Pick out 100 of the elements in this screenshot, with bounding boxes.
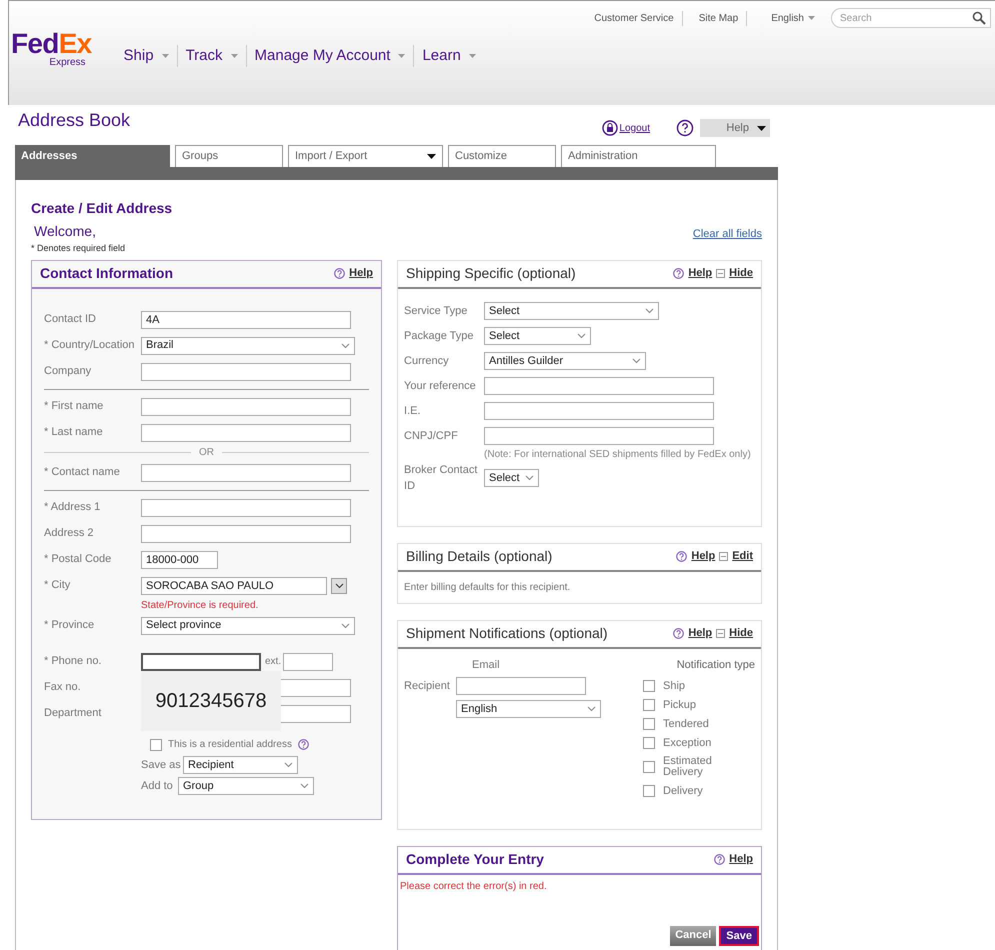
province-select[interactable]: Select province bbox=[141, 616, 355, 634]
save-as-select[interactable]: Recipient bbox=[183, 756, 298, 774]
field-label: * Contact name bbox=[44, 465, 121, 480]
link[interactable]: Edit bbox=[732, 548, 753, 565]
link[interactable]: Help bbox=[688, 265, 712, 282]
add-to-select[interactable]: Group bbox=[178, 777, 314, 795]
chevron-down-icon bbox=[334, 582, 344, 588]
link[interactable]: Help bbox=[349, 265, 374, 282]
caret-icon bbox=[757, 126, 766, 130]
postal-code-field[interactable]: 18000-000 bbox=[141, 550, 218, 568]
checkbox-label: Delivery bbox=[663, 786, 704, 796]
chevron-down-icon bbox=[577, 333, 586, 339]
language-menu[interactable]: English bbox=[771, 10, 815, 26]
tab[interactable]: Addresses bbox=[15, 145, 170, 167]
nav-menu[interactable]: Learn bbox=[413, 44, 484, 67]
city-field[interactable]: SOROCABA SAO PAULO bbox=[141, 576, 327, 594]
shipping-field[interactable] bbox=[484, 402, 714, 420]
contact-name-field[interactable] bbox=[141, 464, 351, 482]
logout-link[interactable]: Logout bbox=[619, 120, 650, 136]
chevron-down-icon bbox=[587, 706, 596, 712]
checkbox[interactable] bbox=[643, 699, 655, 711]
link[interactable]: Help bbox=[688, 625, 712, 642]
fedex-logo: FedEx Express bbox=[11, 31, 92, 69]
page-title: Address Book bbox=[17, 109, 130, 132]
field-label: * Address 1 bbox=[44, 500, 102, 516]
help-icon bbox=[298, 739, 309, 750]
language-select[interactable]: English bbox=[456, 700, 602, 718]
caret-icon bbox=[162, 54, 169, 58]
field-label: Fax no. bbox=[44, 680, 82, 696]
checkbox-label: Exception bbox=[663, 738, 712, 748]
city-dropdown-button[interactable] bbox=[331, 578, 347, 594]
checkbox[interactable] bbox=[150, 738, 162, 750]
nav-menu[interactable]: Ship bbox=[116, 44, 177, 67]
help-icon bbox=[676, 551, 688, 562]
or-separator: OR bbox=[199, 446, 214, 460]
email-field[interactable] bbox=[456, 677, 586, 695]
checkbox[interactable] bbox=[643, 680, 655, 692]
shipping-select[interactable]: Antilles Guilder bbox=[484, 352, 646, 370]
tab[interactable]: Customize bbox=[448, 145, 556, 167]
field-label: Package Type bbox=[404, 328, 475, 344]
note-text: (Note: For international SED shipments filled by FedEx only) bbox=[483, 448, 752, 460]
collapse-icon bbox=[716, 269, 726, 278]
shipping-select[interactable]: Select bbox=[484, 327, 592, 345]
address-field[interactable] bbox=[141, 498, 351, 516]
field-label: * Province bbox=[44, 618, 96, 634]
search-icon[interactable] bbox=[972, 11, 986, 25]
search-field[interactable]: Search bbox=[840, 10, 960, 26]
checkbox[interactable] bbox=[643, 718, 655, 730]
nav-menu[interactable]: Manage My Account bbox=[246, 44, 414, 67]
link[interactable]: Hide bbox=[729, 625, 753, 642]
link[interactable]: Help bbox=[691, 548, 716, 565]
checkbox-label: Ship bbox=[663, 680, 686, 692]
billing-text: Enter billing defaults for this recipient. bbox=[403, 580, 572, 594]
shipping-field[interactable] bbox=[484, 427, 714, 445]
error-message: Please correct the error(s) in red. bbox=[399, 880, 548, 894]
panel-title: Billing Details (optional) bbox=[406, 547, 552, 566]
field-label: Your reference bbox=[404, 378, 477, 394]
help-icon bbox=[676, 119, 694, 137]
field-label: Service Type bbox=[404, 304, 468, 319]
phone-field[interactable] bbox=[141, 652, 261, 670]
checkbox[interactable] bbox=[643, 737, 655, 749]
top-link[interactable]: Customer Service bbox=[586, 10, 683, 26]
nav-menu[interactable]: Track bbox=[176, 44, 246, 67]
tab[interactable]: Administration bbox=[561, 145, 716, 167]
help-menu[interactable]: Help bbox=[700, 119, 770, 137]
help-icon bbox=[334, 268, 346, 279]
search-bar[interactable]: Search bbox=[831, 8, 991, 28]
help-icon bbox=[673, 628, 684, 639]
caret-icon bbox=[230, 54, 238, 58]
link[interactable]: Help bbox=[729, 851, 753, 868]
last-name-field[interactable] bbox=[141, 424, 351, 442]
checkbox[interactable] bbox=[643, 761, 655, 773]
shipping-select[interactable]: Select bbox=[484, 469, 540, 487]
chevron-down-icon bbox=[632, 358, 642, 364]
field-label: Contact ID bbox=[44, 312, 97, 328]
lock-icon bbox=[602, 120, 618, 136]
save-button[interactable]: Save bbox=[719, 926, 759, 946]
chevron-down-icon bbox=[284, 762, 293, 768]
welcome-text: Welcome, bbox=[33, 222, 96, 241]
tab[interactable]: Import / Export bbox=[288, 145, 443, 167]
column-header: Email bbox=[471, 658, 501, 672]
shipping-select[interactable]: Select bbox=[484, 302, 660, 320]
top-link[interactable]: Site Map bbox=[690, 10, 748, 26]
checkbox-label: This is a residential address bbox=[168, 738, 292, 752]
address-field[interactable] bbox=[141, 524, 351, 542]
collapse-icon bbox=[719, 552, 728, 561]
country-select[interactable]: Brazil bbox=[141, 336, 355, 354]
tab[interactable]: Groups bbox=[175, 145, 283, 167]
first-name-field[interactable] bbox=[141, 398, 351, 416]
field-label: Address 2 bbox=[44, 526, 95, 542]
checkbox[interactable] bbox=[643, 785, 655, 797]
ext-field[interactable] bbox=[283, 652, 334, 670]
contact-id-field[interactable]: 4A bbox=[141, 310, 351, 328]
clear-all-link[interactable]: Clear all fields bbox=[692, 226, 762, 242]
field-label: Add to bbox=[141, 778, 174, 794]
shipping-field[interactable] bbox=[484, 377, 714, 395]
company-field[interactable] bbox=[141, 362, 351, 380]
field-label: I.E. bbox=[404, 404, 422, 419]
caret-icon bbox=[468, 54, 476, 58]
link[interactable]: Hide bbox=[729, 265, 753, 282]
